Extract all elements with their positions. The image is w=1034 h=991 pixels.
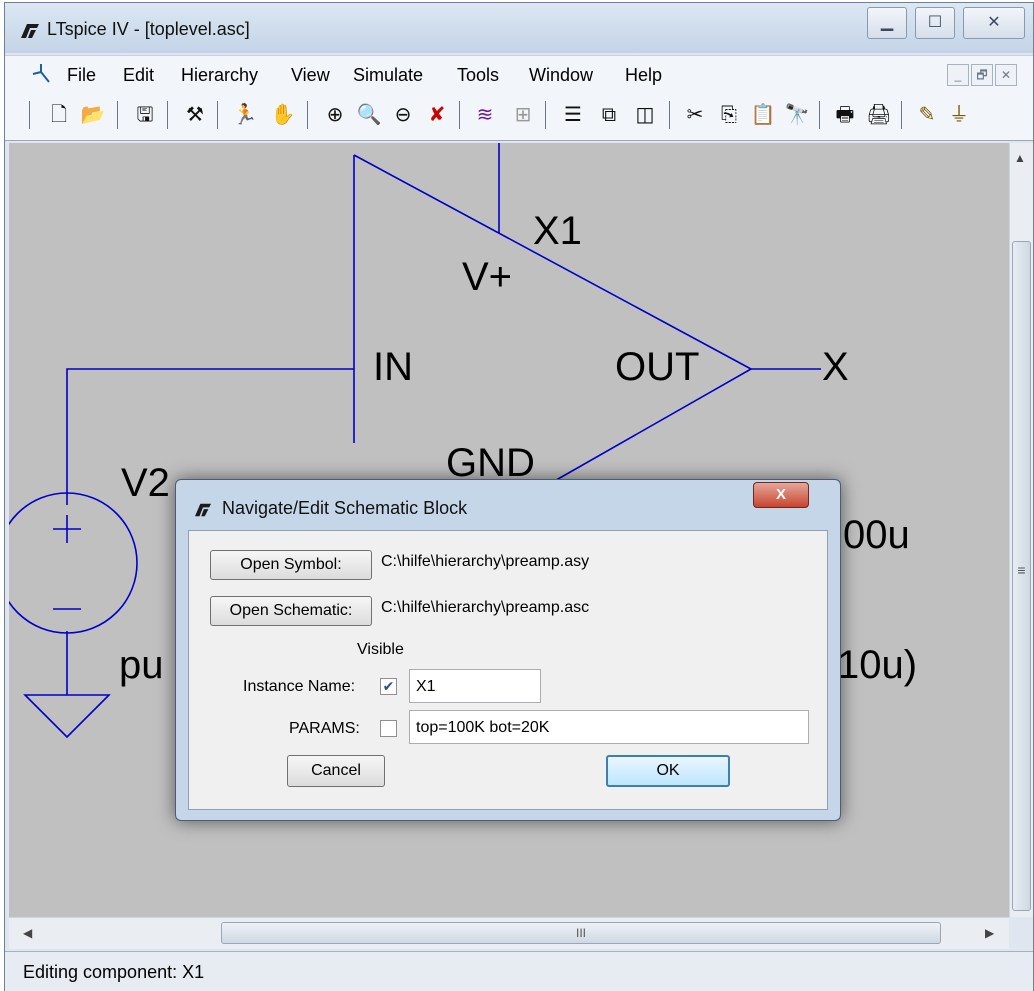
new-schematic-icon[interactable]: 🗋 xyxy=(45,101,73,129)
menu-window[interactable]: Window xyxy=(529,65,593,86)
toolbar-separator xyxy=(545,101,546,129)
vertical-scroll-thumb[interactable]: ≡ xyxy=(1012,241,1031,911)
dialog-close-button[interactable]: X xyxy=(753,482,809,508)
open-icon[interactable]: 📂 xyxy=(79,101,107,129)
params-input[interactable]: top=100K bot=20K xyxy=(409,710,809,744)
net-label-x: X xyxy=(822,345,849,389)
zoom-in-icon[interactable]: 🔍 xyxy=(355,101,383,129)
menu-edit[interactable]: Edit xyxy=(123,65,154,86)
instance-name-visible-checkbox[interactable]: ✔ xyxy=(380,678,397,695)
toolbar-separator xyxy=(29,101,30,129)
menu-hierarchy[interactable]: Hierarchy xyxy=(181,65,258,86)
print-preview-icon[interactable]: 🖶 xyxy=(831,101,859,129)
opamp-top-edge xyxy=(353,154,752,370)
visible-column-header: Visible xyxy=(357,641,404,658)
menu-tools[interactable]: Tools xyxy=(457,65,499,86)
control-panel-icon[interactable]: ⚒ xyxy=(181,101,209,129)
title-bar[interactable]: LTspice IV - [toplevel.asc] ▁ ☐ ✕ xyxy=(5,3,1033,53)
out-pin-label: OUT xyxy=(615,345,700,389)
ok-button[interactable]: OK xyxy=(606,755,730,787)
tile-vertical-icon[interactable]: ◫ xyxy=(631,101,659,129)
in-pin-label: IN xyxy=(373,345,413,389)
instance-label: X1 xyxy=(533,209,582,253)
menu-bar: File Edit Hierarchy View Simulate Tools … xyxy=(5,55,1033,91)
cascade-icon[interactable]: ⧉ xyxy=(595,101,623,129)
ltspice-logo-icon xyxy=(195,503,211,517)
cut-icon[interactable]: ✂ xyxy=(681,101,709,129)
source-pulse-partial: pu xyxy=(119,643,164,687)
open-symbol-button[interactable]: Open Symbol: xyxy=(210,550,372,580)
toolbar-separator xyxy=(901,101,902,129)
menu-help[interactable]: Help xyxy=(625,65,662,86)
grid-icon[interactable]: ⊞ xyxy=(509,101,537,129)
toolbar-separator xyxy=(459,101,460,129)
vertical-scrollbar[interactable]: ▲ ≡ xyxy=(1009,143,1033,917)
navigate-edit-dialog: Navigate/Edit Schematic Block X Open Sym… xyxy=(175,479,841,821)
menu-simulate[interactable]: Simulate xyxy=(353,65,423,86)
source-polarity xyxy=(53,515,81,610)
cancel-button[interactable]: Cancel xyxy=(287,755,385,787)
dialog-body: Open Symbol: C:\hilfe\hierarchy\preamp.a… xyxy=(188,530,828,810)
autorange-icon[interactable]: ≋ xyxy=(471,101,499,129)
run-icon[interactable]: 🏃 xyxy=(231,101,259,129)
status-bar: Editing component: X1 xyxy=(5,951,1033,991)
scroll-up-arrow-icon[interactable]: ▲ xyxy=(1014,151,1026,165)
toolbar: 🗋 📂 🖫 ⚒ 🏃 ✋ ⊕ 🔍 ⊖ ✘ ≋ ⊞ ☰ ⧉ ◫ ✂ ⎘ 📋 🔭 🖶 … xyxy=(5,91,1033,141)
zoom-fit-icon[interactable]: ✘ xyxy=(423,101,451,129)
instance-name-label: Instance Name: xyxy=(243,678,356,695)
maximize-button[interactable]: ☐ xyxy=(915,7,955,39)
minimize-button[interactable]: ▁ xyxy=(867,7,907,39)
schematic-doc-icon[interactable] xyxy=(29,62,53,86)
params-visible-checkbox[interactable] xyxy=(380,720,397,737)
horizontal-scroll-thumb[interactable]: III xyxy=(221,922,941,944)
toolbar-separator xyxy=(669,101,670,129)
status-text: Editing component: X1 xyxy=(23,962,205,982)
toolbar-separator xyxy=(819,101,820,129)
instance-name-input[interactable]: X1 xyxy=(409,669,541,703)
zoom-out-icon[interactable]: ⊖ xyxy=(389,101,417,129)
source-value-partial: 00u xyxy=(843,513,910,557)
scroll-left-arrow-icon[interactable]: ◀ xyxy=(23,926,32,940)
zoom-to-icon[interactable]: ⊕ xyxy=(321,101,349,129)
open-schematic-button[interactable]: Open Schematic: xyxy=(210,596,372,626)
print-icon[interactable]: 🖨 xyxy=(865,101,893,129)
ground-symbol xyxy=(23,694,111,739)
toolbar-separator xyxy=(307,101,308,129)
find-icon[interactable]: 🔭 xyxy=(783,101,811,129)
tile-horizontal-icon[interactable]: ☰ xyxy=(559,101,587,129)
save-icon[interactable]: 🖫 xyxy=(131,101,159,129)
horizontal-scrollbar[interactable]: ◀ III ▶ xyxy=(9,917,1009,949)
menu-view[interactable]: View xyxy=(291,65,330,86)
symbol-path: C:\hilfe\hierarchy\preamp.asy xyxy=(381,553,590,570)
ground-icon[interactable]: ⏚ xyxy=(945,101,973,129)
source-param-partial: 10u) xyxy=(837,643,918,687)
toolbar-separator xyxy=(167,101,168,129)
vplus-pin-label: V+ xyxy=(462,255,513,299)
toolbar-separator xyxy=(117,101,118,129)
paste-icon[interactable]: 📋 xyxy=(749,101,777,129)
dialog-title: Navigate/Edit Schematic Block xyxy=(222,498,468,518)
toolbar-separator xyxy=(217,101,218,129)
scroll-right-arrow-icon[interactable]: ▶ xyxy=(985,926,994,940)
draw-wire-icon[interactable]: ✎ xyxy=(913,101,941,129)
halt-icon[interactable]: ✋ xyxy=(269,101,297,129)
close-button[interactable]: ✕ xyxy=(963,7,1025,39)
menu-file[interactable]: File xyxy=(67,65,96,86)
ltspice-logo-icon xyxy=(21,24,39,38)
window-title: LTspice IV - [toplevel.asc] xyxy=(47,19,250,39)
source-name-label: V2 xyxy=(121,461,170,505)
mdi-minimize-button[interactable]: _ xyxy=(947,64,969,86)
params-label: PARAMS: xyxy=(289,720,360,737)
source-v2-circle xyxy=(9,492,138,634)
mdi-close-button[interactable]: ✕ xyxy=(995,64,1017,86)
copy-icon[interactable]: ⎘ xyxy=(715,101,743,129)
schematic-path: C:\hilfe\hierarchy\preamp.asc xyxy=(381,599,590,616)
mdi-restore-button[interactable]: 🗗 xyxy=(971,64,993,86)
